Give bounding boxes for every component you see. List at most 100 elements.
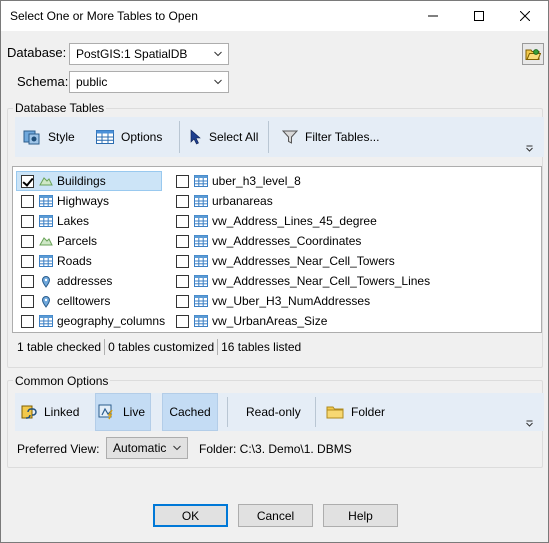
folder-label: Folder [351, 405, 386, 419]
cached-button[interactable]: Cached [162, 393, 218, 431]
select-all-button[interactable]: Select All [190, 117, 258, 157]
linked-label: Linked [44, 405, 80, 419]
table-checkbox[interactable] [176, 234, 189, 248]
toolbar-separator [179, 121, 180, 153]
database-value: PostGIS:1 SpatialDB [76, 47, 188, 61]
table-name: vw_Addresses_Coordinates [212, 234, 362, 248]
schema-select[interactable]: public [69, 71, 229, 93]
minimize-button[interactable] [410, 1, 456, 31]
table-row[interactable]: vw_Addresses_Near_Cell_Towers_Lines [176, 271, 430, 291]
table-checkbox[interactable] [176, 294, 189, 308]
open-tables-dialog: Select One or More Tables to Open Databa… [0, 0, 549, 543]
table-checkbox[interactable] [21, 194, 34, 208]
chevron-down-icon [214, 79, 222, 85]
table-row[interactable]: celltowers [21, 291, 167, 311]
database-select[interactable]: PostGIS:1 SpatialDB [69, 43, 229, 65]
status-checked: 1 table checked [17, 340, 102, 354]
folder-path: Folder: C:\3. Demo\1. DBMS [199, 442, 352, 456]
preferred-view-label: Preferred View: [17, 442, 100, 456]
table-icon [39, 314, 53, 328]
table-icon [39, 194, 53, 208]
read-only-label: Read-only [246, 405, 301, 419]
area-icon [39, 234, 53, 248]
common-options-label: Common Options [13, 374, 111, 388]
table-icon [39, 214, 53, 228]
table-row[interactable]: Roads [21, 251, 167, 271]
folder-open-icon [525, 49, 541, 60]
table-name: urbanareas [212, 194, 273, 208]
table-row[interactable]: Parcels [21, 231, 167, 251]
cancel-button[interactable]: Cancel [238, 504, 313, 527]
table-row[interactable]: Buildings [16, 171, 162, 191]
live-icon [98, 404, 113, 420]
table-row[interactable]: Highways [21, 191, 167, 211]
maximize-icon [474, 11, 484, 21]
table-checkbox[interactable] [176, 194, 189, 208]
table-name: Parcels [57, 234, 98, 248]
filter-tables-label: Filter Tables... [305, 130, 380, 144]
folder-button[interactable]: Folder [326, 393, 385, 431]
table-name: Highways [57, 194, 110, 208]
filter-tables-button[interactable]: Filter Tables... [282, 117, 379, 157]
preferred-view-value: Automatic [113, 441, 167, 455]
table-checkbox[interactable] [21, 254, 34, 268]
linked-icon [21, 405, 37, 419]
table-name: Roads [57, 254, 92, 268]
chevron-down-icon [173, 445, 181, 451]
status-listed: 16 tables listed [221, 340, 302, 354]
table-checkbox[interactable] [21, 174, 34, 188]
table-name: Buildings [57, 174, 106, 188]
table-checkbox[interactable] [21, 214, 34, 228]
style-button[interactable]: Style [23, 117, 75, 157]
open-connection-button[interactable] [522, 43, 544, 65]
table-name: Lakes [57, 214, 90, 228]
toolbar-overflow-icon[interactable] [526, 145, 533, 152]
tables-status-bar: 1 table checked 0 tables customized 16 t… [14, 338, 304, 356]
toolbar-separator [268, 121, 269, 153]
table-name: vw_Addresses_Near_Cell_Towers [212, 254, 395, 268]
table-checkbox[interactable] [21, 274, 34, 288]
table-row[interactable]: urbanareas [176, 191, 273, 211]
table-checkbox[interactable] [21, 314, 34, 328]
table-checkbox[interactable] [176, 214, 189, 228]
minimize-icon [428, 15, 438, 17]
folder-icon [326, 406, 344, 419]
filter-icon [282, 130, 298, 144]
table-checkbox[interactable] [21, 294, 34, 308]
table-icon [194, 194, 208, 208]
table-name: celltowers [57, 294, 111, 308]
table-checkbox[interactable] [176, 274, 189, 288]
options-label: Options [121, 130, 163, 144]
ok-button[interactable]: OK [153, 504, 228, 527]
live-button[interactable]: Live [95, 393, 151, 431]
linked-button[interactable]: Linked [21, 393, 79, 431]
maximize-button[interactable] [456, 1, 502, 31]
table-icon [96, 130, 114, 144]
read-only-button[interactable]: Read-only [246, 393, 301, 431]
preferred-view-select[interactable]: Automatic [106, 437, 188, 459]
table-checkbox[interactable] [176, 174, 189, 188]
close-icon [520, 11, 530, 21]
options-button[interactable]: Options [96, 117, 162, 157]
table-row[interactable]: vw_Addresses_Near_Cell_Towers [176, 251, 395, 271]
schema-value: public [76, 75, 108, 89]
table-checkbox[interactable] [176, 314, 189, 328]
toolbar-separator [315, 397, 316, 427]
table-checkbox[interactable] [176, 254, 189, 268]
toolbar-overflow-icon[interactable] [526, 420, 533, 427]
table-row[interactable]: vw_Addresses_Coordinates [176, 231, 361, 251]
table-row[interactable]: vw_Uber_H3_NumAddresses [176, 291, 370, 311]
cached-label: Cached [169, 405, 211, 419]
table-row[interactable]: uber_h3_level_8 [176, 171, 301, 191]
table-name: addresses [57, 274, 113, 288]
help-button[interactable]: Help [323, 504, 398, 527]
table-row[interactable]: Lakes [21, 211, 167, 231]
table-row[interactable]: geography_columns [21, 311, 167, 331]
close-button[interactable] [502, 1, 548, 31]
table-checkbox[interactable] [21, 234, 34, 248]
table-icon [194, 294, 208, 308]
table-icon [194, 274, 208, 288]
table-row[interactable]: vw_UrbanAreas_Size [176, 311, 327, 331]
table-row[interactable]: vw_Address_Lines_45_degree [176, 211, 377, 231]
table-row[interactable]: addresses [21, 271, 167, 291]
